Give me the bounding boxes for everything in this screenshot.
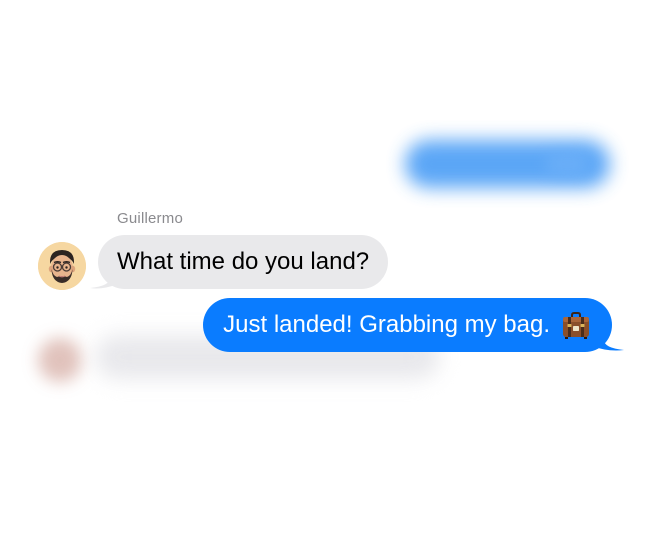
suitcase-icon — [563, 312, 589, 339]
blurred-outgoing-bubble-highlight — [545, 152, 590, 176]
outgoing-message-bubble[interactable]: Just landed! Grabbing my bag. — [203, 298, 612, 352]
incoming-message-text: What time do you land? — [117, 248, 370, 275]
sender-name: Guillermo — [117, 210, 183, 227]
incoming-message-bubble[interactable]: What time do you land? — [98, 235, 389, 289]
blurred-avatar — [38, 338, 82, 382]
outgoing-message-text: Just landed! Grabbing my bag. — [223, 311, 550, 338]
messages-thread: Guillermo What time do you land? Just la… — [0, 0, 660, 540]
memoji-avatar-icon[interactable] — [38, 242, 86, 290]
